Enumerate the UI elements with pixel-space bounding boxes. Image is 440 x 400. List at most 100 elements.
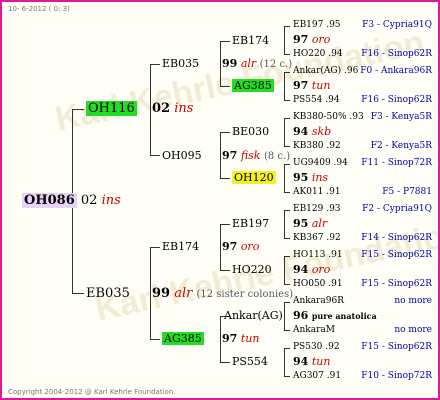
- g4-right-top: no more: [394, 296, 432, 306]
- tree-line: [72, 293, 84, 294]
- g4-tag: tun: [311, 355, 331, 368]
- g4-top[interactable]: HO113 .91: [293, 250, 343, 261]
- g4-bottom[interactable]: HO220 .94: [293, 49, 343, 60]
- g4-top[interactable]: EB197 .95: [293, 20, 341, 31]
- g4-gen: 94: [293, 263, 309, 276]
- g4-gen: 97: [293, 79, 309, 92]
- g4-bottom[interactable]: AK011 .91: [293, 187, 341, 198]
- g4-tag: tun: [311, 79, 331, 92]
- g4-right-top: F0 - Ankara96R: [360, 66, 432, 76]
- tree-line: [220, 270, 230, 271]
- g4-bottom[interactable]: PS554 .94: [293, 95, 340, 106]
- g4-bottom[interactable]: HO050 .91: [293, 279, 343, 290]
- tree-line: [220, 224, 230, 225]
- root-name[interactable]: OH086: [22, 193, 77, 208]
- copyright-footer: Copyright 2004-2012 @ Karl Kehrle Founda…: [8, 388, 176, 396]
- g4-right-bottom: F2 - Kenya5R: [370, 141, 432, 151]
- g4-top[interactable]: Ankara96R: [293, 296, 344, 307]
- g4-right-top: F15 - Sinop62R: [361, 342, 432, 352]
- mm-name[interactable]: AG385: [162, 332, 204, 345]
- father-tag: ins: [174, 101, 194, 116]
- tree-line: [284, 302, 290, 303]
- g3-name[interactable]: EB197: [232, 218, 269, 230]
- g4-mid: 96 pure anatolica: [293, 310, 377, 322]
- tree-line: [220, 86, 230, 87]
- mother-node[interactable]: EB035: [86, 287, 130, 301]
- g4-top[interactable]: EB129 .93: [293, 204, 341, 215]
- tree-line: [284, 348, 285, 377]
- g4-mid: 95 ins: [293, 172, 328, 184]
- g3-name[interactable]: Ankar(AG): [224, 310, 283, 322]
- fm-note: (8 c.): [263, 151, 291, 162]
- g4-right-bottom: F10 - Sinop72R: [361, 371, 432, 381]
- g4-gen: 95: [293, 171, 309, 184]
- g3-name-wrap[interactable]: AG385: [232, 79, 274, 92]
- g4-bottom[interactable]: KB367 .92: [293, 233, 341, 244]
- g4-right-top: F3 - Kenya5R: [370, 112, 432, 122]
- g3-name-wrap[interactable]: OH120: [232, 171, 276, 184]
- g3-name[interactable]: EB174: [232, 35, 269, 47]
- tree-line: [284, 256, 290, 257]
- g4-right-bottom: no more: [394, 325, 432, 335]
- father-name[interactable]: OH116: [86, 101, 137, 116]
- g4-mid: 94 skb: [293, 126, 331, 138]
- g4-right-top: F15 - Sinop62R: [361, 250, 432, 260]
- root-node[interactable]: OH086 02 ins: [22, 193, 121, 208]
- g3-name[interactable]: OH120: [232, 171, 276, 184]
- g3-name[interactable]: HO220: [232, 264, 272, 276]
- tree-line: [284, 210, 290, 211]
- g4-right-top: F2 - Cypria91Q: [362, 204, 432, 214]
- g3-name[interactable]: BE030: [232, 126, 269, 138]
- father-node[interactable]: OH116: [86, 101, 137, 116]
- tree-line: [150, 155, 160, 156]
- g4-tag: skb: [311, 125, 332, 138]
- g4-gen: 95: [293, 217, 309, 230]
- g4-mid: 97 tun: [293, 80, 330, 92]
- tree-line: [284, 26, 285, 55]
- g4-bottom[interactable]: KB380 .92: [293, 141, 341, 152]
- g4-right-bottom: F16 - Sinop62R: [361, 49, 432, 59]
- mm-name-wrap[interactable]: AG385: [162, 332, 204, 345]
- tree-line: [220, 132, 221, 179]
- g3-name[interactable]: AG385: [232, 79, 274, 92]
- mother-tag: alr: [174, 286, 193, 301]
- tree-line: [220, 41, 221, 87]
- g4-top[interactable]: Ankar(AG) .96: [293, 66, 358, 77]
- mm-tag: tun: [240, 332, 260, 345]
- mother-note: (12 sister colonies): [196, 289, 294, 300]
- g4-top[interactable]: UG9409 .94: [293, 158, 348, 169]
- g4-mid: 97 oro: [293, 34, 330, 46]
- fm-gen: 97: [222, 149, 238, 162]
- mother-gen-line: 99 alr (12 sister colonies): [152, 287, 293, 302]
- g4-gen: 96: [293, 309, 309, 322]
- fm-name[interactable]: OH095: [162, 150, 202, 162]
- mm-gen-line: 97 tun: [222, 333, 259, 345]
- date-header: 10- 6-2012 ( 0: 3): [8, 5, 70, 13]
- g4-gen: 97: [293, 33, 309, 46]
- mf-name[interactable]: EB174: [162, 241, 199, 253]
- tree-line: [284, 26, 290, 27]
- tree-line: [284, 238, 290, 239]
- g3-name[interactable]: PS554: [232, 356, 268, 368]
- mf-gen: 97: [222, 240, 238, 253]
- ff-name[interactable]: EB035: [162, 58, 199, 70]
- root-gen: 02: [80, 193, 98, 208]
- g4-bottom[interactable]: AG307 .91: [293, 371, 341, 382]
- mm-gen: 97: [222, 332, 238, 345]
- g4-top[interactable]: KB380-50% .93: [293, 112, 364, 123]
- tree-line: [284, 164, 285, 193]
- tree-line: [284, 302, 285, 331]
- g4-mid: 94 tun: [293, 356, 330, 368]
- g4-bottom[interactable]: AnkaraM: [293, 325, 335, 336]
- g4-tag: alr: [311, 217, 328, 230]
- tree-line: [284, 164, 290, 165]
- tree-line: [284, 72, 285, 101]
- g4-top[interactable]: PS530 .92: [293, 342, 340, 353]
- g4-tag: ins: [311, 171, 329, 184]
- g4-right-bottom: F14 - Sinop62R: [361, 233, 432, 243]
- mother-name[interactable]: EB035: [86, 286, 130, 301]
- ff-gen: 99: [222, 57, 238, 70]
- tree-line: [150, 247, 160, 248]
- g4-tag: pure anatolica: [311, 311, 377, 321]
- g4-right-bottom: F15 - Sinop62R: [361, 279, 432, 289]
